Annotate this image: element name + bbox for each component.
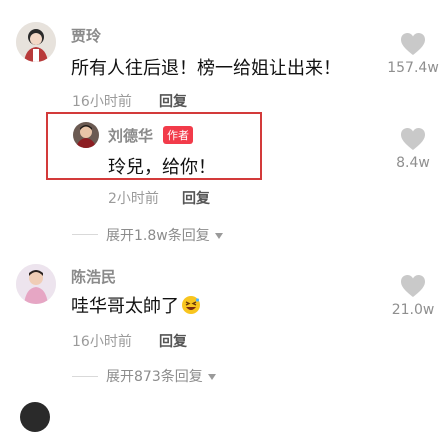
comment-text-content: 哇华哥太帥了 — [71, 296, 179, 317]
reply-text: 玲兒，给你！ — [108, 157, 216, 178]
heart-icon — [401, 128, 425, 150]
reply-item: 刘德华 作者 玲兒，给你！ 2小时前 回复 8.4w — [0, 112, 440, 208]
divider-line — [72, 234, 98, 235]
comment-time: 16小时前 — [72, 334, 132, 350]
avatar-image — [16, 22, 56, 62]
heart-icon — [401, 275, 425, 297]
triangle-down-icon — [207, 374, 216, 380]
avatar-image — [73, 122, 99, 148]
reply-button[interactable]: 回复 — [159, 91, 187, 111]
expand-replies-button[interactable]: 展开873条回复 — [106, 366, 216, 386]
reply-button[interactable]: 回复 — [159, 331, 187, 351]
reply-username[interactable]: 刘德华 — [108, 125, 153, 146]
comment-username[interactable]: 贾玲 — [71, 25, 101, 46]
avatar-image — [16, 264, 56, 304]
like-count: 8.4w — [396, 155, 430, 171]
expand-replies-label: 展开873条回复 — [106, 369, 203, 385]
comment-time: 16小时前 — [72, 94, 132, 110]
avatar[interactable] — [20, 402, 50, 432]
triangle-down-icon — [214, 233, 223, 239]
avatar[interactable] — [16, 264, 56, 304]
comment-username[interactable]: 陈浩民 — [71, 266, 116, 287]
comment-text: 哇华哥太帥了 — [71, 292, 201, 318]
like-button[interactable]: 21.0w — [378, 274, 440, 318]
expand-replies-button[interactable]: 展开1.8w条回复 — [106, 225, 223, 245]
heart-icon — [401, 33, 425, 55]
divider-line — [72, 376, 98, 377]
avatar[interactable] — [16, 22, 56, 62]
laughing-face-icon — [182, 296, 200, 314]
like-count: 157.4w — [387, 60, 439, 76]
reply-time: 2小时前 — [108, 191, 159, 207]
like-button[interactable]: 157.4w — [378, 32, 440, 76]
comment-text: 所有人往后退！榜一给姐让出来！ — [71, 58, 341, 79]
like-button[interactable]: 8.4w — [378, 127, 440, 171]
avatar[interactable] — [73, 122, 99, 148]
author-badge: 作者 — [163, 126, 193, 144]
comment-item: 陈浩民 哇华哥太帥了 16小时前 回复 21.0w — [0, 250, 440, 360]
reply-button[interactable]: 回复 — [182, 188, 210, 208]
like-count: 21.0w — [391, 302, 435, 318]
comment-item: 贾玲 所有人往后退！榜一给姐让出来！ 16小时前 回复 157.4w — [0, 0, 440, 112]
expand-replies-label: 展开1.8w条回复 — [106, 228, 210, 244]
